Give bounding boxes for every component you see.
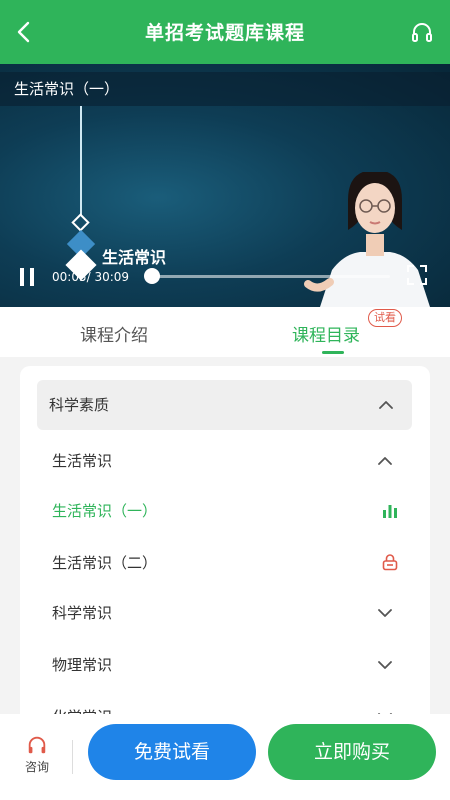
section-label: 科学素质	[49, 396, 110, 414]
headphones-icon	[28, 736, 46, 754]
buy-now-button[interactable]: 立即购买	[268, 724, 436, 780]
pause-icon[interactable]	[18, 267, 36, 287]
chevron-down-icon	[378, 661, 392, 669]
section-row-science[interactable]: 科学素质	[37, 380, 412, 430]
fullscreen-icon[interactable]	[406, 264, 428, 286]
video-player[interactable]: 生活常识（一） 生活常识 00:05/ 30:09	[0, 64, 450, 307]
trial-badge: 试看	[368, 309, 402, 327]
group-label: 科学常识	[52, 604, 113, 622]
group-label: 生活常识	[52, 452, 113, 470]
slide-label: 生活常识	[102, 248, 167, 267]
active-tab-indicator	[322, 351, 344, 354]
presenter-figure	[304, 172, 430, 307]
progress-track[interactable]	[150, 275, 390, 278]
group-row-science[interactable]: 科学常识	[20, 588, 430, 638]
chevron-up-icon	[379, 401, 393, 409]
tab-course-intro[interactable]: 课程介绍	[80, 321, 148, 346]
playback-time: 00:05/ 30:09	[52, 270, 130, 284]
lesson-label: 生活常识（一）	[52, 502, 158, 520]
catalog-card: 科学素质 生活常识 生活常识（一） 生活常识（二） 科学常识 物理常识	[20, 366, 430, 726]
page-title: 单招考试题库课程	[144, 22, 305, 44]
slide-connector-line	[80, 106, 82, 216]
app-header: 单招考试题库课程	[0, 0, 450, 64]
consult-button[interactable]: 咨询	[14, 734, 60, 780]
divider	[72, 740, 73, 774]
tab-course-catalog[interactable]: 课程目录	[292, 321, 360, 346]
headphones-icon[interactable]	[410, 20, 434, 44]
lesson-label: 生活常识（二）	[52, 554, 158, 572]
playing-bars-icon	[383, 505, 397, 518]
group-label: 物理常识	[52, 656, 113, 674]
progress-knob[interactable]	[144, 268, 160, 284]
free-trial-button[interactable]: 免费试看	[88, 724, 256, 780]
chevron-up-icon	[378, 457, 392, 465]
course-tabs: 课程介绍 课程目录 试看	[0, 307, 450, 357]
lesson-row-1[interactable]: 生活常识（一）	[20, 486, 430, 536]
group-row-life[interactable]: 生活常识	[20, 436, 430, 486]
consult-label: 咨询	[24, 760, 49, 774]
video-title: 生活常识（一）	[14, 80, 120, 98]
chevron-down-icon	[378, 609, 392, 617]
bottom-action-bar: 咨询 免费试看 立即购买	[0, 714, 450, 800]
lesson-row-2[interactable]: 生活常识（二）	[20, 538, 430, 588]
lock-icon	[382, 554, 398, 571]
group-row-physics[interactable]: 物理常识	[20, 640, 430, 690]
